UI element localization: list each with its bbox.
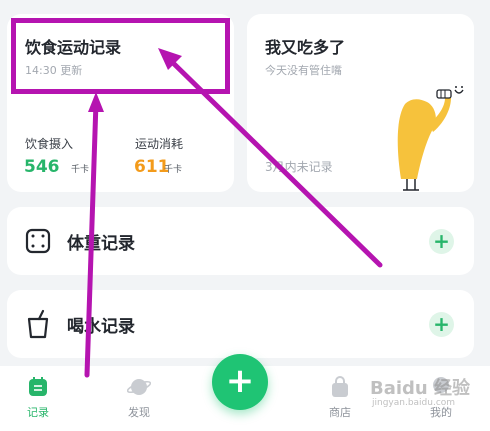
calendar-icon (29, 377, 47, 396)
ate-card-subtitle: 今天没有管住嘴 (265, 64, 342, 77)
nav-item-record[interactable]: 记录 (8, 376, 68, 420)
add-record-fab[interactable]: + (212, 354, 268, 410)
ate-card-title: 我又吃多了 (265, 38, 346, 57)
nav-item-shop[interactable]: 商店 (310, 376, 370, 420)
burn-label: 运动消耗 (135, 137, 184, 151)
nav-label-discover: 发现 (128, 406, 150, 419)
weight-record-row[interactable]: 体重记录 + (7, 207, 474, 275)
intake-value: 546 (24, 157, 60, 177)
nav-label-shop: 商店 (329, 406, 351, 419)
cup-icon (27, 309, 49, 339)
baidu-watermark-url: jingyan.baidu.com (372, 398, 456, 408)
shopping-bag-icon (332, 376, 348, 397)
scale-icon (25, 228, 51, 254)
add-weight-button[interactable]: + (429, 229, 454, 254)
ate-record-status: 3月内未记录 (265, 160, 333, 174)
mascot-illustration (397, 86, 464, 191)
water-record-row[interactable]: 喝水记录 + (7, 290, 474, 358)
burn-unit: 千卡 (164, 165, 183, 175)
add-water-button[interactable]: + (429, 312, 454, 337)
water-record-label: 喝水记录 (67, 317, 135, 337)
baidu-watermark: Baidu 经验 (370, 378, 471, 399)
nav-label-record: 记录 (27, 406, 49, 419)
planet-icon (127, 379, 151, 395)
intake-unit: 千卡 (71, 165, 90, 175)
nav-item-discover[interactable]: 发现 (109, 376, 169, 420)
highlight-box (11, 18, 230, 94)
intake-label: 饮食摄入 (25, 137, 74, 151)
ate-too-much-card[interactable]: 我又吃多了 今天没有管住嘴 3月内未记录 (247, 14, 474, 192)
weight-record-label: 体重记录 (67, 234, 135, 254)
